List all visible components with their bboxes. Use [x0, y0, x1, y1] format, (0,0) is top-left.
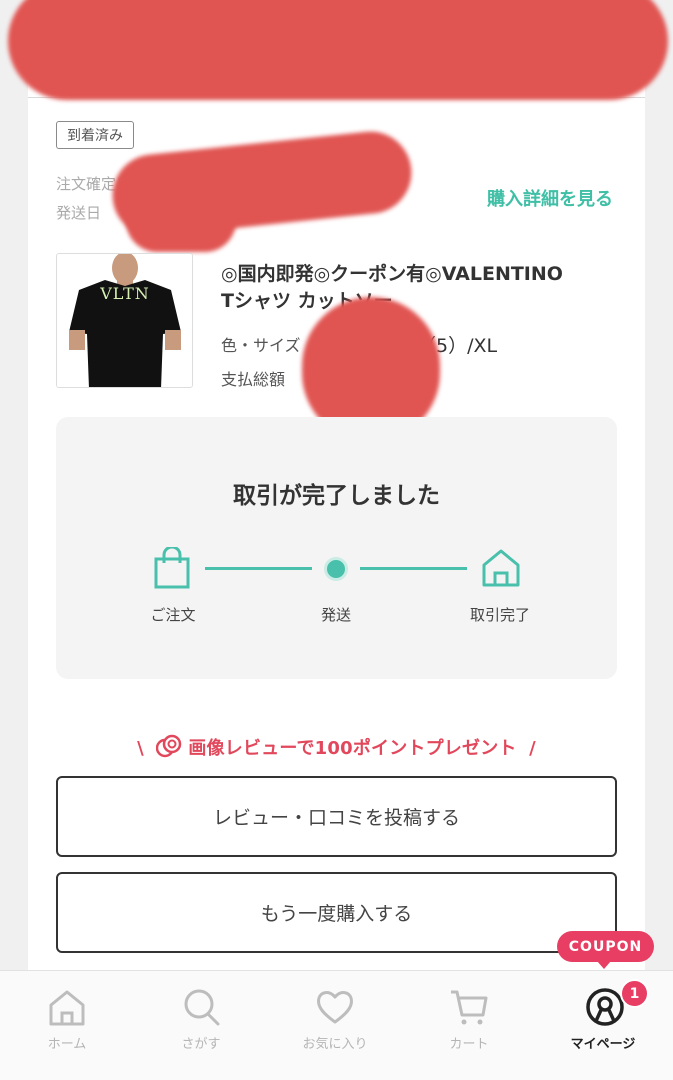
shopping-bag-icon — [154, 547, 190, 589]
step-label-shipped: 発送 — [320, 606, 351, 624]
cart-icon — [451, 990, 488, 1025]
promo-slash-left: \ — [137, 738, 144, 759]
review-promo: \ 画像レビューで100ポイントプレゼント / — [0, 734, 673, 760]
coins-icon — [156, 734, 182, 758]
coupon-tag[interactable]: COUPON — [557, 931, 654, 969]
nav-home[interactable]: ホーム — [0, 971, 134, 1080]
nav-search[interactable]: さがす — [134, 971, 268, 1080]
product-thumbnail[interactable]: VLTN — [56, 253, 193, 388]
redacted-header — [8, 0, 668, 100]
nav-home-label: ホーム — [47, 1037, 87, 1052]
review-button[interactable]: レビュー・口コミを投稿する — [56, 776, 617, 857]
product-title-line2: Tシャツ カットソー — [221, 290, 393, 312]
search-icon — [184, 989, 220, 1026]
step-label-complete: 取引完了 — [469, 606, 530, 624]
rebuy-button[interactable]: もう一度購入する — [56, 872, 617, 953]
color-size-label: 色・サイズ — [221, 336, 301, 355]
progress-track-2 — [360, 567, 467, 570]
heart-icon — [317, 991, 353, 1024]
tshirt-print-text: VLTN — [100, 284, 150, 303]
ship-date-label: 発送日 — [56, 204, 102, 222]
tshirt-image — [57, 254, 192, 387]
product-title[interactable]: ◎国内即発◎クーポン有◎VALENTINO Tシャツ カットソー — [221, 261, 621, 315]
promo-text: 画像レビューで100ポイントプレゼント — [188, 738, 517, 759]
nav-mypage-label: マイページ — [570, 1037, 636, 1052]
nav-favorites[interactable]: お気に入り — [268, 971, 402, 1080]
promo-slash-right: / — [529, 738, 536, 759]
notification-badge: 1 — [620, 979, 649, 1008]
purchase-detail-link[interactable]: 購入詳細を見る — [487, 185, 613, 211]
nav-cart[interactable]: カート — [402, 971, 536, 1080]
progress-dot-icon — [324, 557, 348, 581]
progress-panel — [56, 417, 617, 679]
home-icon — [482, 549, 520, 587]
total-label: 支払総額 — [221, 370, 286, 389]
step-label-order: ご注文 — [150, 606, 196, 624]
user-icon — [586, 988, 624, 1026]
product-title-line1: ◎国内即発◎クーポン有◎VALENTINO — [221, 263, 563, 285]
status-badge: 到着済み — [56, 121, 134, 149]
nav-search-label: さがす — [181, 1037, 221, 1052]
nav-favorites-label: お気に入り — [302, 1037, 368, 1052]
nav-mypage[interactable]: マイページ — [536, 971, 670, 1080]
home-icon — [49, 990, 85, 1026]
progress-title: 取引が完了しました — [233, 483, 440, 509]
nav-cart-label: カート — [449, 1037, 489, 1052]
bottom-nav: ホーム さがす お気に入り カート マイページ — [0, 970, 673, 1080]
redacted-dates-tail — [126, 190, 236, 252]
progress-track-1 — [205, 567, 312, 570]
